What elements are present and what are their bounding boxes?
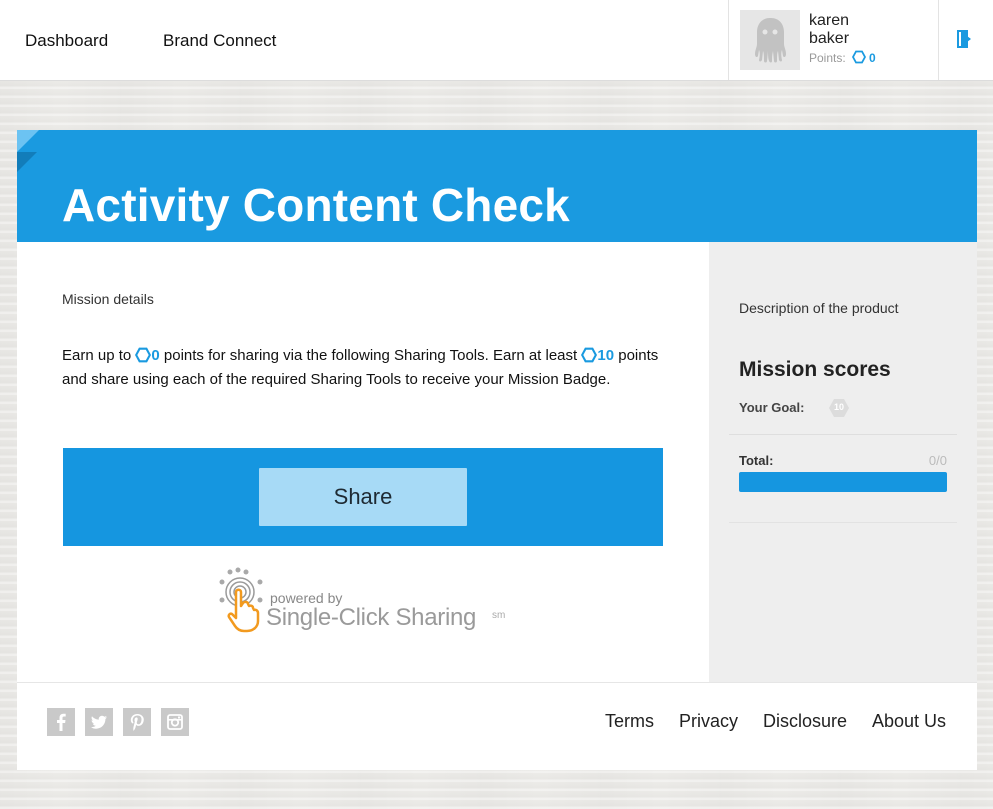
instagram-icon[interactable]: [161, 708, 189, 736]
user-last-name: baker: [809, 30, 850, 47]
scores-divider-bottom: [729, 522, 957, 523]
goal-badge: 10: [828, 398, 850, 418]
logout-icon[interactable]: [957, 30, 975, 48]
top-header: Dashboard Brand Connect karen baker Poin…: [0, 0, 993, 81]
nav-brand-connect[interactable]: Brand Connect: [163, 31, 276, 51]
facebook-icon[interactable]: [47, 708, 75, 736]
banner-fold-corner: [17, 130, 39, 152]
powered-sm-text: sm: [492, 610, 506, 621]
twitter-icon[interactable]: [85, 708, 113, 736]
mission-scores-title: Mission scores: [739, 358, 891, 381]
hexagon-points-icon: [852, 50, 867, 64]
hexagon-points-icon: [581, 347, 598, 363]
earn-points-value: 0: [151, 347, 160, 364]
total-value: 0/0: [928, 453, 947, 468]
desc-part1: Earn up to: [62, 347, 136, 364]
share-button[interactable]: Share: [259, 468, 467, 526]
footer-link-disclosure[interactable]: Disclosure: [763, 711, 847, 732]
points-label: Points:: [809, 51, 846, 65]
footer-link-terms[interactable]: Terms: [605, 711, 654, 732]
mission-description: Earn up to 0 points for sharing via the …: [62, 344, 672, 392]
footer-link-about-us[interactable]: About Us: [872, 711, 946, 732]
total-progress-bar: [739, 472, 947, 492]
user-profile[interactable]: karen baker Points: 0: [728, 0, 939, 80]
powered-brand-text: Single-Click Sharing: [266, 604, 477, 631]
product-description: Description of the product: [739, 300, 899, 316]
pinterest-icon[interactable]: [123, 708, 151, 736]
powered-by-logo: powered by Single-Click Sharing sm: [216, 566, 516, 636]
total-label: Total:: [739, 453, 774, 468]
footer-link-privacy[interactable]: Privacy: [679, 711, 738, 732]
scores-divider: [729, 434, 957, 435]
octopus-avatar-icon: [740, 10, 800, 70]
page-title: Activity Content Check: [62, 179, 570, 231]
points-value: 0: [869, 51, 876, 65]
min-points-value: 10: [597, 347, 615, 364]
desc-part2: points for sharing via the following Sha…: [159, 347, 582, 364]
user-points: Points: 0: [809, 50, 876, 65]
goal-value: 10: [833, 402, 844, 412]
banner-fold-shadow: [17, 152, 37, 172]
nav-dashboard[interactable]: Dashboard: [25, 31, 108, 51]
user-first-name: karen: [809, 12, 850, 29]
your-goal-label: Your Goal:: [739, 400, 805, 415]
mission-details-label: Mission details: [62, 291, 154, 307]
hexagon-points-icon: [135, 347, 152, 363]
